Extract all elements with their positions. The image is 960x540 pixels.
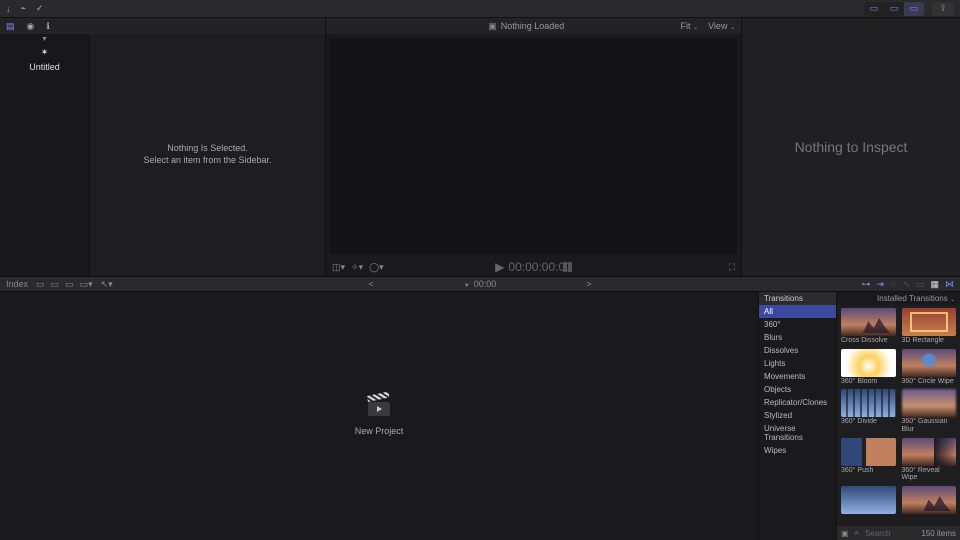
category-item[interactable]: Stylized bbox=[759, 409, 836, 422]
search-icon: ⌕ bbox=[855, 528, 859, 538]
inspector-toggle[interactable]: ▭ bbox=[904, 2, 924, 16]
category-item[interactable]: Movements bbox=[759, 370, 836, 383]
category-item[interactable]: 360° bbox=[759, 318, 836, 331]
category-item[interactable]: Lights bbox=[759, 357, 836, 370]
keyword-icon[interactable]: ⌁ bbox=[21, 3, 26, 14]
new-project-button[interactable]: New Project bbox=[355, 426, 404, 436]
timeline-scrub-right[interactable]: > bbox=[586, 279, 591, 289]
background-tasks-icon[interactable]: ✓ bbox=[36, 3, 44, 14]
snapping-icon[interactable]: ∿ bbox=[902, 279, 910, 290]
libraries-tab-icon[interactable]: ▤ bbox=[6, 21, 15, 32]
sidebar-library[interactable]: ▼✶Untitled bbox=[0, 34, 89, 276]
transition-thumb[interactable]: 360° Reveal Wipe bbox=[902, 438, 957, 482]
browser-toggle[interactable]: ▭ bbox=[864, 2, 884, 16]
transition-thumb[interactable]: 360° Push bbox=[841, 438, 896, 482]
category-item[interactable]: Blurs bbox=[759, 331, 836, 344]
transition-thumb[interactable] bbox=[902, 486, 957, 515]
thumb-label: 360° Circle Wipe bbox=[902, 378, 957, 386]
browser-empty-state: Nothing Is Selected. Select an item from… bbox=[90, 34, 325, 276]
connect-clip-icon[interactable]: ▭ bbox=[36, 279, 45, 290]
thumb-label: 360° Gaussian Blur bbox=[902, 418, 957, 433]
viewer-canvas[interactable] bbox=[330, 38, 737, 254]
category-item[interactable]: Objects bbox=[759, 383, 836, 396]
fullscreen-icon[interactable]: ⛶ bbox=[729, 262, 735, 273]
viewer-clip-icon: ▣ bbox=[488, 21, 497, 31]
thumb-label: 360° Divide bbox=[841, 418, 896, 426]
search-input[interactable]: Search bbox=[865, 529, 915, 538]
overwrite-clip-icon[interactable]: ▭▾ bbox=[80, 279, 93, 290]
transitions-browser-icon[interactable]: ⋈ bbox=[945, 279, 954, 290]
clapperboard-icon bbox=[368, 396, 390, 416]
thumb-label: Cross Dissolve bbox=[841, 337, 896, 345]
item-count: 150 items bbox=[921, 529, 956, 538]
enhance-tool-icon[interactable]: ✧▾ bbox=[351, 262, 363, 273]
timeline-toggle[interactable]: ▭ bbox=[884, 2, 904, 16]
clip-appearance-icon[interactable]: ▭ bbox=[916, 279, 925, 290]
workspace-segmented: ▭ ▭ ▭ bbox=[864, 2, 924, 16]
timeline-timecode: 00:00 bbox=[474, 279, 497, 289]
view-menu[interactable]: View ⌄ bbox=[708, 21, 735, 31]
index-button[interactable]: Index bbox=[6, 279, 28, 289]
category-item[interactable]: All bbox=[759, 305, 836, 318]
retime-tool-icon[interactable]: ◯▾ bbox=[369, 262, 384, 273]
photos-tab-icon[interactable]: ◉ bbox=[27, 21, 35, 32]
insert-clip-icon[interactable]: ▭ bbox=[51, 279, 60, 290]
viewer-pane: ▣Nothing Loaded Fit ⌄ View ⌄ ◫▾ ✧▾ ◯▾ ▶0… bbox=[326, 18, 742, 276]
timeline-toolbar: Index ▭ ▭ ▭ ▭▾ ↖▾ <▼00:00> ⊶ ⇥ ∩ ∿ ▭ ▦ ⋈ bbox=[0, 276, 960, 292]
category-item[interactable]: Replicator/Clones bbox=[759, 396, 836, 409]
transition-thumb[interactable]: 360° Gaussian Blur bbox=[902, 389, 957, 433]
append-clip-icon[interactable]: ▭ bbox=[65, 279, 74, 290]
import-icon[interactable]: ↓ bbox=[6, 4, 11, 14]
transitions-grid: Cross Dissolve 3D Rectangle 360° Bloom 360°… bbox=[837, 305, 960, 526]
effects-categories: Transitions All360°BlursDissolvesLightsM… bbox=[759, 292, 837, 540]
category-item[interactable]: Universe Transitions bbox=[759, 422, 836, 444]
audio-skimming-icon[interactable]: ⇥ bbox=[876, 279, 884, 290]
transition-thumb[interactable]: 360° Circle Wipe bbox=[902, 349, 957, 386]
browser-empty-line1: Nothing Is Selected. bbox=[143, 143, 271, 155]
effects-browser-icon[interactable]: ▦ bbox=[931, 279, 940, 290]
play-icon[interactable]: ▶ bbox=[495, 260, 504, 274]
inspector-pane: Nothing to Inspect bbox=[742, 18, 960, 276]
theme-filter-icon[interactable]: ▣ bbox=[841, 529, 849, 538]
app-toolbar: ↓ ⌁ ✓ ▭ ▭ ▭ ⇪ bbox=[0, 0, 960, 18]
skimming-icon[interactable]: ⊶ bbox=[861, 279, 870, 290]
browser-pane: ▤ ◉ ℹ︎ ▼✶Untitled ▶✱Smart Collections ▶▣… bbox=[0, 18, 326, 276]
effects-header: Transitions bbox=[759, 292, 836, 305]
browser-empty-line2: Select an item from the Sidebar. bbox=[143, 155, 271, 167]
category-item[interactable]: Dissolves bbox=[759, 344, 836, 357]
inspector-empty: Nothing to Inspect bbox=[795, 139, 908, 155]
timeline-area[interactable]: New Project bbox=[0, 292, 758, 540]
transform-tool-icon[interactable]: ◫▾ bbox=[332, 262, 345, 273]
thumb-label: 360° Push bbox=[841, 467, 896, 475]
transition-thumb[interactable]: Cross Dissolve bbox=[841, 308, 896, 345]
effects-browser: Transitions All360°BlursDissolvesLightsM… bbox=[758, 292, 960, 540]
titles-tab-icon[interactable]: ℹ︎ bbox=[46, 21, 49, 32]
transition-thumb[interactable]: 360° Divide bbox=[841, 389, 896, 433]
thumb-label: 3D Rectangle bbox=[902, 337, 957, 345]
transition-thumb[interactable]: 360° Bloom bbox=[841, 349, 896, 386]
transition-thumb[interactable]: 3D Rectangle bbox=[902, 308, 957, 345]
viewer-title: Nothing Loaded bbox=[501, 21, 565, 31]
library-sidebar: ▼✶Untitled ▶✱Smart Collections ▶▣20.10.2… bbox=[0, 34, 90, 276]
solo-icon[interactable]: ∩ bbox=[890, 279, 896, 289]
thumb-label: 360° Reveal Wipe bbox=[902, 467, 957, 482]
installed-transitions-menu[interactable]: Installed Transitions ⌄ bbox=[877, 294, 955, 303]
category-item[interactable]: Wipes bbox=[759, 444, 836, 457]
timeline-scrub-left[interactable]: < bbox=[368, 279, 373, 289]
fit-menu[interactable]: Fit ⌄ bbox=[681, 21, 699, 31]
arrow-tool-icon[interactable]: ↖▾ bbox=[101, 279, 113, 290]
thumb-label: 360° Bloom bbox=[841, 378, 896, 386]
skimming-toggle[interactable] bbox=[563, 262, 572, 272]
transition-thumb[interactable] bbox=[841, 486, 896, 515]
share-button[interactable]: ⇪ bbox=[932, 2, 954, 16]
